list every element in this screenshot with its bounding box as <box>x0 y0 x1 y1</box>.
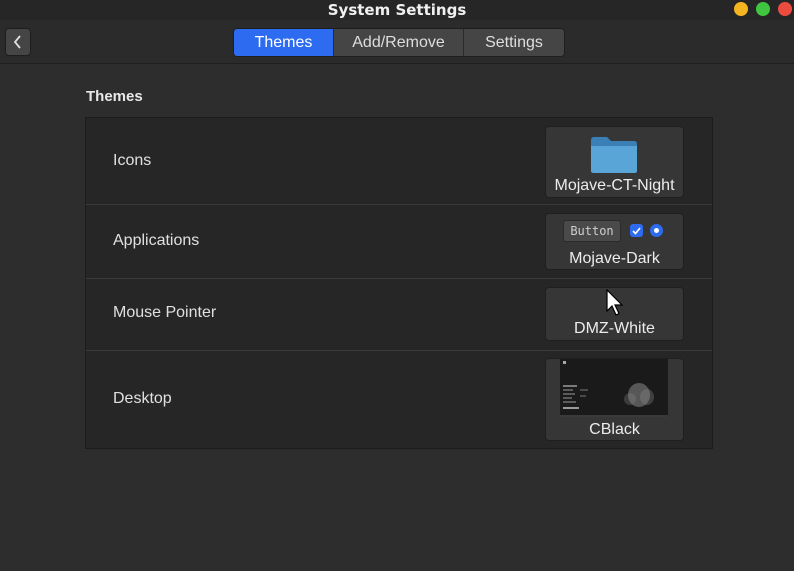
cursor-theme-chooser[interactable]: DMZ-White <box>545 287 684 341</box>
window-title: System Settings <box>327 1 467 19</box>
preview-radio-icon <box>650 224 663 237</box>
gtk-theme-chooser[interactable]: Button Mojave-Dark <box>545 213 684 270</box>
row-label: Applications <box>113 232 200 249</box>
preview-checkbox-icon <box>630 224 643 237</box>
title-bar: System Settings <box>0 0 794 20</box>
tab-add-remove[interactable]: Add/Remove <box>334 29 464 56</box>
icon-theme-name: Mojave-CT-Night <box>554 177 675 194</box>
desktop-theme-chooser[interactable]: CBlack <box>545 358 684 441</box>
list-row-desktop: Desktop CBlack <box>86 351 712 448</box>
row-label: Desktop <box>113 390 172 407</box>
view-switcher: Themes Add/Remove Settings <box>233 28 565 57</box>
icon-theme-chooser[interactable]: Mojave-CT-Night <box>545 126 684 198</box>
themes-list: Icons Mojave-CT-Night Applications Butto… <box>85 117 713 449</box>
list-row-applications: Applications Button Mojave-Dark <box>86 205 712 279</box>
desktop-theme-name: CBlack <box>589 421 640 438</box>
maximize-button[interactable] <box>756 2 770 16</box>
tab-settings[interactable]: Settings <box>464 29 564 56</box>
back-button[interactable] <box>5 28 31 56</box>
preview-button: Button <box>563 220 621 242</box>
list-row-icons: Icons Mojave-CT-Night <box>86 118 712 205</box>
desktop-thumbnail <box>560 359 668 417</box>
minimize-button[interactable] <box>734 2 748 16</box>
row-label: Icons <box>113 152 152 169</box>
pointer-icon <box>606 289 624 316</box>
section-title: Themes <box>86 88 143 105</box>
folder-icon <box>591 137 637 173</box>
close-button[interactable] <box>778 2 792 16</box>
row-label: Mouse Pointer <box>113 304 217 321</box>
tab-themes[interactable]: Themes <box>234 29 334 56</box>
gtk-theme-name: Mojave-Dark <box>569 250 660 267</box>
list-row-mouse-pointer: Mouse Pointer DMZ-White <box>86 279 712 351</box>
header-bar: Themes Add/Remove Settings <box>0 20 794 64</box>
chevron-left-icon <box>13 35 21 49</box>
cursor-theme-name: DMZ-White <box>574 320 655 337</box>
